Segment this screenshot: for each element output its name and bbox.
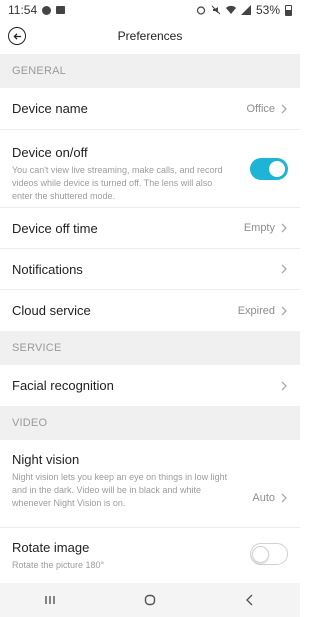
toggle-knob bbox=[252, 545, 269, 563]
location-notification-icon bbox=[42, 5, 52, 15]
arrow-left-icon bbox=[12, 32, 21, 40]
facial-recognition-row[interactable]: Facial recognition bbox=[0, 365, 300, 406]
night-vision-description: Night vision lets you keep an eye on thi… bbox=[12, 472, 228, 508]
home-button[interactable] bbox=[143, 593, 157, 607]
recent-apps-button[interactable] bbox=[43, 593, 57, 607]
alarm-icon bbox=[196, 6, 206, 15]
rotate-image-toggle[interactable] bbox=[250, 543, 288, 565]
cloud-service-row[interactable]: Cloud service Expired bbox=[0, 290, 300, 331]
notifications-row[interactable]: Notifications bbox=[0, 249, 300, 290]
rotate-image-label: Rotate image bbox=[12, 540, 90, 555]
section-header-general: GENERAL bbox=[0, 54, 300, 88]
device-name-row[interactable]: Device name Office bbox=[0, 88, 300, 130]
cloud-service-value: Expired bbox=[237, 304, 275, 317]
device-name-value: Office bbox=[246, 102, 275, 115]
night-vision-value: Auto bbox=[252, 492, 275, 504]
system-nav-bar bbox=[0, 583, 300, 617]
mute-icon bbox=[211, 5, 221, 15]
app-header: Preferences bbox=[0, 20, 300, 52]
device-off-time-row[interactable]: Device off time Empty bbox=[0, 208, 300, 249]
gallery-notification-icon bbox=[56, 6, 66, 14]
device-off-time-label: Device off time bbox=[12, 220, 98, 236]
night-vision-row[interactable]: Night vision Night vision lets you keep … bbox=[0, 440, 300, 528]
chevron-right-icon bbox=[281, 306, 287, 315]
signal-icon bbox=[240, 5, 251, 15]
device-name-label: Device name bbox=[12, 101, 88, 116]
preferences-list: GENERAL Device name Office Device on/off… bbox=[0, 54, 300, 580]
chevron-right-icon bbox=[281, 493, 287, 503]
battery-percent: 53% bbox=[255, 3, 280, 17]
device-onoff-row: Device on/off You can't view live stream… bbox=[0, 130, 300, 208]
status-bar: 11:54 53% bbox=[0, 0, 300, 20]
cloud-service-label: Cloud service bbox=[12, 303, 91, 318]
page-title: Preferences bbox=[117, 29, 183, 43]
facial-recognition-label: Facial recognition bbox=[12, 378, 114, 393]
notifications-label: Notifications bbox=[12, 261, 83, 277]
battery-icon bbox=[285, 4, 292, 16]
device-onoff-description: You can't view live streaming, make call… bbox=[12, 165, 223, 201]
clock: 11:54 bbox=[8, 3, 38, 17]
toggle-knob bbox=[269, 161, 285, 177]
back-button[interactable] bbox=[8, 27, 26, 45]
section-header-video: VIDEO bbox=[0, 406, 300, 440]
section-header-service: SERVICE bbox=[0, 331, 300, 365]
device-off-time-value: Empty bbox=[243, 222, 275, 234]
chevron-right-icon bbox=[281, 264, 287, 274]
back-nav-button[interactable] bbox=[243, 593, 257, 607]
chevron-right-icon bbox=[281, 381, 287, 390]
rotate-image-row: Rotate image Rotate the picture 180° bbox=[0, 528, 300, 580]
chevron-right-icon bbox=[281, 104, 287, 113]
device-onoff-toggle[interactable] bbox=[250, 158, 288, 180]
night-vision-label: Night vision bbox=[12, 452, 80, 467]
wifi-icon bbox=[225, 5, 236, 15]
rotate-image-description: Rotate the picture 180° bbox=[12, 560, 105, 570]
device-onoff-label: Device on/off bbox=[12, 145, 88, 160]
chevron-right-icon bbox=[281, 223, 287, 233]
